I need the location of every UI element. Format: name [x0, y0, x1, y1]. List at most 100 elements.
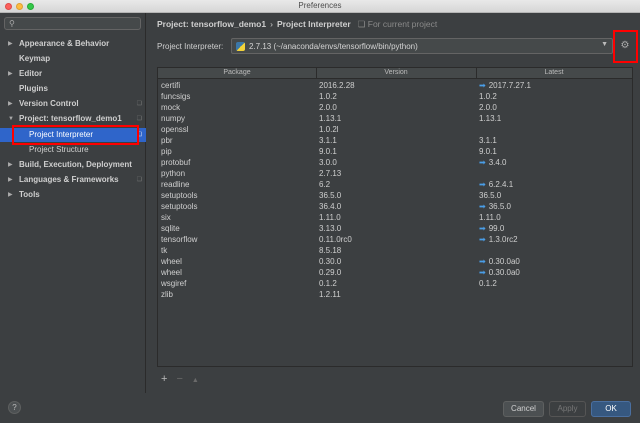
sidebar-item-keymap[interactable]: Keymap	[0, 52, 146, 66]
expand-arrow-icon[interactable]: ▶	[8, 158, 13, 172]
expand-arrow-icon[interactable]: ▶	[8, 173, 13, 187]
package-latest: ➡ 3.4.0	[479, 157, 507, 168]
package-latest: 1.0.2	[479, 91, 497, 102]
upgrade-arrow-icon: ➡	[479, 158, 486, 167]
column-header-package[interactable]: Package	[158, 69, 316, 76]
package-latest: 9.0.1	[479, 146, 497, 157]
highlight-box-project-interpreter	[12, 125, 139, 145]
expand-arrow-icon[interactable]: ▶	[8, 97, 13, 111]
table-row[interactable]: sqlite 3.13.0 ➡ 99.0	[158, 223, 632, 234]
window-title: Preferences	[298, 1, 342, 10]
package-name: wheel	[161, 268, 182, 277]
sidebar-item-build-execution-deployment[interactable]: ▶ Build, Execution, Deployment	[0, 158, 146, 172]
table-row[interactable]: wsgiref 0.1.2 0.1.2	[158, 278, 632, 289]
table-row[interactable]: six 1.11.0 1.11.0	[158, 212, 632, 223]
package-version: 1.0.2	[319, 92, 337, 101]
package-name: pbr	[161, 136, 173, 145]
latest-version: 99.0	[488, 224, 505, 233]
title-bar: Preferences	[0, 0, 640, 13]
sidebar-item-project[interactable]: ▼ Project: tensorflow_demo1 ❏	[0, 112, 146, 126]
package-name: six	[161, 213, 171, 222]
table-row[interactable]: protobuf 3.0.0 ➡ 3.4.0	[158, 157, 632, 168]
sidebar-item-project-structure[interactable]: Project Structure	[0, 143, 146, 157]
package-version: 0.30.0	[319, 257, 342, 266]
package-version: 36.5.0	[319, 191, 342, 200]
column-header-latest[interactable]: Latest	[476, 69, 632, 76]
breadcrumb-project: Project: tensorflow_demo1	[157, 19, 267, 29]
package-latest: ➡ 2017.7.27.1	[479, 80, 531, 91]
table-row[interactable]: wheel 0.30.0 ➡ 0.30.0a0	[158, 256, 632, 267]
settings-search-input[interactable]: ⚲	[4, 17, 141, 30]
latest-version: 1.3.0rc2	[488, 235, 518, 244]
interpreter-select[interactable]: 2.7.13 (~/anaconda/envs/tensorflow/bin/p…	[231, 38, 613, 54]
package-latest: 36.5.0	[479, 190, 501, 201]
project-scope-icon: ❏	[136, 177, 142, 183]
column-header-version[interactable]: Version	[316, 69, 476, 76]
remove-package-button[interactable]: −	[176, 373, 182, 385]
table-row[interactable]: readline 6.2 ➡ 6.2.4.1	[158, 179, 632, 190]
package-version: 6.2	[319, 180, 331, 189]
package-version: 2.0.0	[319, 103, 337, 112]
table-toolbar: + − ▲	[161, 373, 208, 385]
package-name: protobuf	[161, 158, 191, 167]
table-row[interactable]: certifi 2016.2.28 ➡ 2017.7.27.1	[158, 80, 632, 91]
package-latest: ➡ 1.3.0rc2	[479, 234, 518, 245]
table-row[interactable]: openssl 1.0.2l	[158, 124, 632, 135]
table-row[interactable]: tensorflow 0.11.0rc0 ➡ 1.3.0rc2	[158, 234, 632, 245]
package-version: 1.13.1	[319, 114, 342, 123]
collapse-arrow-icon[interactable]: ▼	[8, 112, 14, 126]
apply-button[interactable]: Apply	[549, 401, 586, 417]
table-row[interactable]: tk 8.5.18	[158, 245, 632, 256]
table-row[interactable]: pbr 3.1.1 3.1.1	[158, 135, 632, 146]
upgrade-arrow-icon: ➡	[479, 81, 486, 90]
package-latest: 1.11.0	[479, 212, 501, 223]
expand-arrow-icon[interactable]: ▶	[8, 67, 13, 81]
sidebar-item-appearance-behavior[interactable]: ▶ Appearance & Behavior	[0, 37, 146, 51]
breadcrumb-note: For current project	[367, 19, 438, 29]
package-version: 36.4.0	[319, 202, 342, 211]
latest-version: 36.5.0	[479, 191, 502, 200]
latest-version: 3.1.1	[479, 136, 497, 145]
ok-button[interactable]: OK	[591, 401, 631, 417]
package-version: 3.1.1	[319, 136, 337, 145]
upgrade-package-button[interactable]: ▲	[192, 377, 199, 384]
sidebar-item-tools[interactable]: ▶ Tools	[0, 188, 146, 202]
table-row[interactable]: setuptools 36.5.0 36.5.0	[158, 190, 632, 201]
upgrade-arrow-icon: ➡	[479, 224, 486, 233]
package-version: 8.5.18	[319, 246, 342, 255]
settings-sidebar: ⚲ ▶ Appearance & Behavior Keymap ▶ Edito…	[0, 13, 146, 393]
add-package-button[interactable]: +	[161, 373, 167, 385]
package-latest: ➡ 99.0	[479, 223, 504, 234]
expand-arrow-icon[interactable]: ▶	[8, 37, 13, 51]
package-version: 1.0.2l	[319, 125, 339, 134]
chevron-down-icon[interactable]: ▼	[601, 41, 608, 48]
package-version: 2.7.13	[319, 169, 342, 178]
expand-arrow-icon[interactable]: ▶	[8, 188, 13, 202]
cancel-button[interactable]: Cancel	[503, 401, 544, 417]
package-name: tensorflow	[161, 235, 198, 244]
sidebar-item-editor[interactable]: ▶ Editor	[0, 67, 146, 81]
table-row[interactable]: numpy 1.13.1 1.13.1	[158, 113, 632, 124]
sidebar-item-version-control[interactable]: ▶ Version Control ❏	[0, 97, 146, 111]
sidebar-item-languages-frameworks[interactable]: ▶ Languages & Frameworks ❏	[0, 173, 146, 187]
package-latest: 2.0.0	[479, 102, 497, 113]
package-name: wheel	[161, 257, 182, 266]
package-latest: ➡ 6.2.4.1	[479, 179, 513, 190]
package-name: mock	[161, 103, 181, 112]
table-row[interactable]: mock 2.0.0 2.0.0	[158, 102, 632, 113]
python-icon	[236, 42, 245, 51]
sidebar-item-plugins[interactable]: Plugins	[0, 82, 146, 96]
breadcrumb-page: Project Interpreter	[276, 19, 351, 29]
help-button[interactable]: ?	[8, 401, 21, 414]
upgrade-arrow-icon: ➡	[479, 202, 486, 211]
table-row[interactable]: pip 9.0.1 9.0.1	[158, 146, 632, 157]
table-row[interactable]: funcsigs 1.0.2 1.0.2	[158, 91, 632, 102]
latest-version: 1.11.0	[479, 213, 501, 222]
table-row[interactable]: setuptools 36.4.0 ➡ 36.5.0	[158, 201, 632, 212]
package-version: 1.2.11	[319, 290, 341, 299]
table-row[interactable]: python 2.7.13	[158, 168, 632, 179]
table-row[interactable]: wheel 0.29.0 ➡ 0.30.0a0	[158, 267, 632, 278]
package-name: openssl	[161, 125, 189, 134]
package-version: 0.29.0	[319, 268, 342, 277]
table-row[interactable]: zlib 1.2.11	[158, 289, 632, 300]
